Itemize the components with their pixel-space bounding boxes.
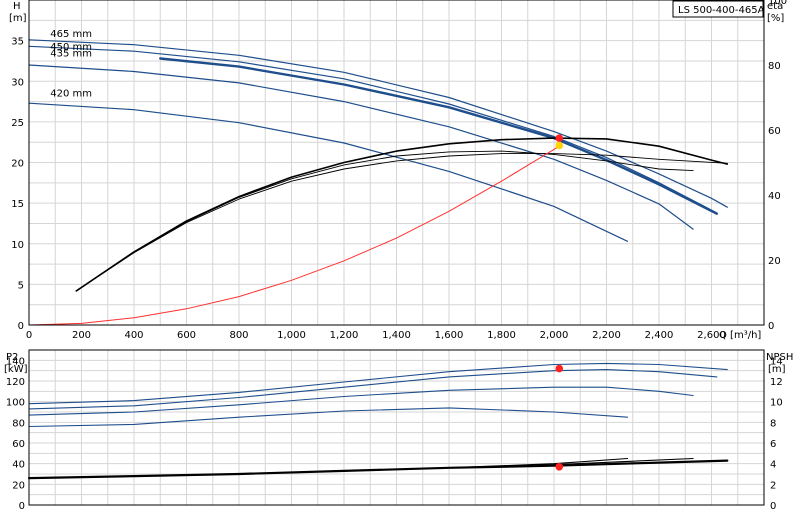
eta-tick-label: 20 [768, 256, 781, 267]
x-tick-label: 0 [26, 330, 32, 341]
head-curve-label: 465 mm [50, 29, 92, 40]
npsh-tick-label: 2 [770, 480, 776, 491]
head-tick-label: 30 [11, 77, 24, 88]
power-tick-label: 60 [12, 439, 25, 450]
model-label: LS 500-400-465A [678, 5, 765, 16]
x-tick-label: 2,400 [645, 330, 674, 341]
power-tick-label: 40 [12, 460, 25, 471]
x-tick-label: 200 [72, 330, 91, 341]
power-curve [28, 407, 629, 428]
npsh-tick-label: 4 [770, 460, 776, 471]
system-curve [28, 145, 560, 326]
efficiency-curve [75, 153, 728, 292]
x-tick-label: 1,800 [487, 330, 516, 341]
top-right-axis-label-line2: [%] [767, 13, 784, 24]
eta-tick-label: 40 [768, 191, 781, 202]
eta-tick-label: 60 [768, 126, 781, 137]
head-duty-point [555, 134, 564, 142]
bottom-right-axis-label-line2: [m] [768, 364, 786, 375]
bottom-left-axis-label-line1: P2 [6, 352, 18, 363]
x-tick-label: 1,000 [277, 330, 306, 341]
power-tick-label: 100 [6, 398, 25, 409]
x-tick-label: 2,200 [592, 330, 621, 341]
head-tick-label: 0 [18, 321, 24, 332]
top-left-axis-label-line2: [m] [9, 13, 27, 24]
power-curve [28, 369, 718, 410]
npsh-duty-point [555, 462, 564, 471]
npsh-tick-label: 8 [770, 418, 776, 429]
x-tick-label: 2,000 [540, 330, 569, 341]
power-tick-label: 120 [6, 377, 25, 388]
power-tick-label: 0 [19, 501, 25, 512]
head-tick-label: 5 [18, 280, 24, 291]
head-tick-label: 25 [11, 118, 24, 129]
head-tick-label: 35 [11, 37, 24, 48]
head-tick-label: 15 [11, 199, 24, 210]
x-tick-label: 800 [229, 330, 248, 341]
efficiency-duty-point [555, 141, 564, 150]
bottom-axis-ticks: 02040608010012014002468101214 [6, 356, 783, 512]
bottom-right-axis-label-line1: NPSH [766, 352, 793, 363]
power-tick-label: 20 [12, 480, 25, 491]
power-tick-label: 80 [12, 418, 25, 429]
top-gridlines [29, 0, 764, 325]
top-left-axis-label-line1: H [13, 1, 21, 12]
x-tick-label: 1,400 [382, 330, 411, 341]
head-tick-label: 10 [11, 240, 24, 251]
eta-tick-label: 0 [768, 321, 774, 332]
npsh-tick-label: 10 [770, 398, 783, 409]
eta-tick-label: 80 [768, 61, 781, 72]
head-curve-label: 435 mm [50, 49, 92, 60]
top-right-axis-label-line1: eta [767, 1, 783, 12]
head-curve-label: 420 mm [50, 88, 92, 99]
pump-performance-chart: 465 mm450 mm435 mm420 mm 0 200 400 600 800 1,… [4, 0, 793, 512]
npsh-tick-label: 6 [770, 439, 776, 450]
head-tick-label: 20 [11, 159, 24, 170]
npsh-tick-label: 12 [770, 377, 783, 388]
x-axis-label: Q [m³/h] [719, 330, 761, 341]
npsh-tick-label: 0 [770, 501, 776, 512]
x-tick-label: 600 [177, 330, 196, 341]
power-duty-point [555, 364, 564, 373]
bottom-left-axis-label-line2: [kW] [4, 364, 28, 375]
x-tick-label: 1,600 [435, 330, 464, 341]
bottom-gridlines [29, 350, 764, 505]
selected-head-curve [159, 57, 718, 215]
x-tick-label: 400 [124, 330, 143, 341]
npsh-curve [28, 457, 629, 479]
efficiency-curve [75, 150, 694, 292]
x-tick-label: 1,200 [330, 330, 359, 341]
